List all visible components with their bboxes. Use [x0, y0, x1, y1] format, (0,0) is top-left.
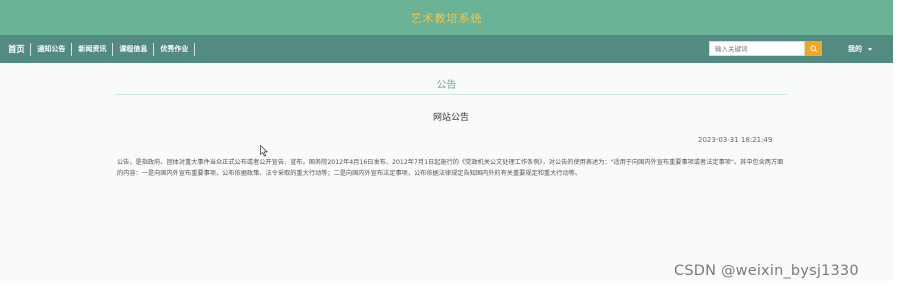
nav-divider: [153, 42, 155, 56]
nav-item-home[interactable]: 首页: [0, 43, 25, 55]
nav-item-news[interactable]: 新闻资讯: [78, 44, 106, 54]
user-menu-label: 我的: [848, 45, 862, 53]
search-icon: [810, 45, 818, 53]
nav-divider: [112, 42, 114, 56]
search-bar: [709, 41, 822, 56]
notice-content: 公告，是指政府、团体对重大事件当众正式公布或者公开宣告、宣布。国务院2012年4…: [117, 159, 784, 177]
nav-divider: [71, 42, 73, 56]
mouse-cursor-icon: [260, 145, 268, 157]
watermark: CSDN @weixin_bysj1330: [674, 263, 859, 279]
section-title: 公告: [436, 80, 457, 91]
page-frame: 艺术教培系统 首页 通知公告 新闻资讯 课程信息 优秀作业 我的 公告: [0, 0, 893, 281]
search-input[interactable]: [709, 41, 805, 56]
search-button[interactable]: [805, 41, 822, 56]
nav-links: 首页 通知公告 新闻资讯 课程信息 优秀作业: [0, 35, 201, 63]
caret-down-icon: [868, 47, 872, 51]
notice-title: 网站公告: [432, 113, 469, 123]
top-banner: 艺术教培系统: [0, 0, 893, 35]
notice-timestamp: 2023-03-31 18:21:49: [698, 136, 773, 144]
nav-item-homework[interactable]: 优秀作业: [160, 44, 188, 54]
nav-item-notices[interactable]: 通知公告: [37, 44, 65, 54]
nav-item-courses[interactable]: 课程信息: [119, 44, 147, 54]
nav-divider: [30, 42, 32, 56]
user-menu[interactable]: 我的: [848, 44, 872, 54]
nav-divider: [194, 42, 196, 56]
section-divider: [115, 94, 787, 95]
site-title: 艺术教培系统: [410, 11, 483, 25]
